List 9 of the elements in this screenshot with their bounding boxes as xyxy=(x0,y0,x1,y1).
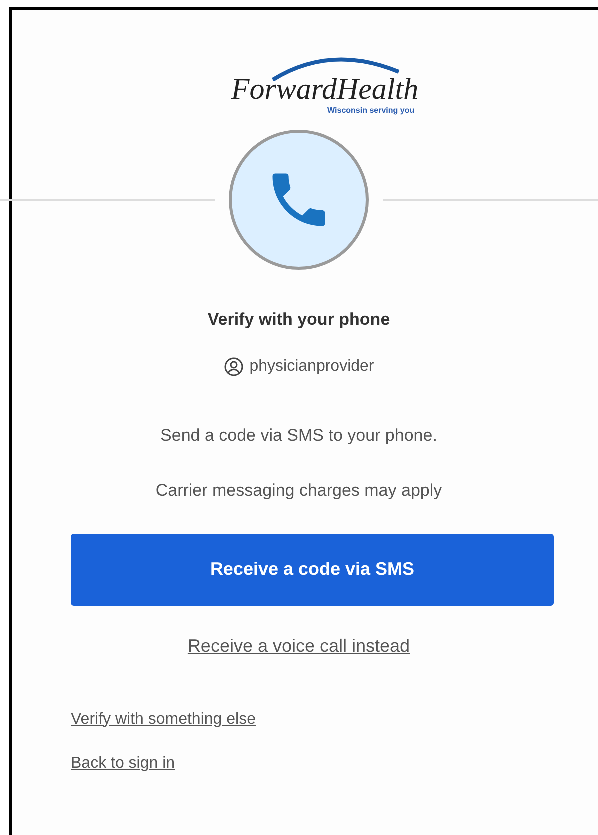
page-title: Verify with your phone xyxy=(208,309,390,331)
username: physicianprovider xyxy=(250,356,374,376)
info-text: Carrier messaging charges may apply xyxy=(156,480,442,502)
voice-call-link[interactable]: Receive a voice call instead xyxy=(188,632,410,660)
footer-link[interactable]: Verify with something else xyxy=(71,708,256,732)
info-text: Send a code via SMS to your phone. xyxy=(160,424,438,446)
footer-link[interactable]: Back to sign in xyxy=(71,752,176,776)
logo: ForwardHealth Wisconsin serving you xyxy=(231,52,419,115)
receive-sms-button[interactable]: Receive a code via SMS xyxy=(71,534,554,606)
